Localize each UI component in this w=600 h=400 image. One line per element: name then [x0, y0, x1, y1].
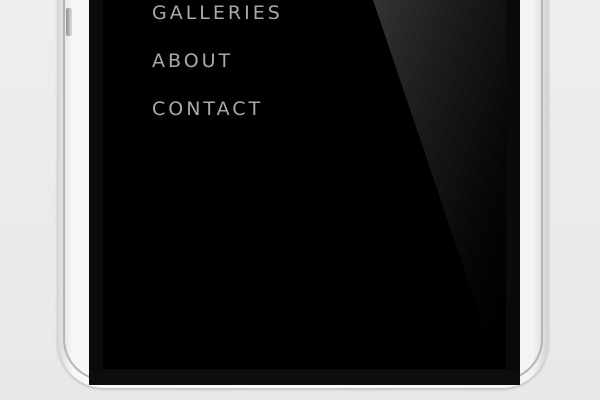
bezel-bottom	[89, 370, 520, 385]
nav-item-contact[interactable]: CONTACT	[152, 97, 263, 121]
mockup-stage: GALLERIES ABOUT CONTACT	[0, 0, 600, 400]
volume-button	[66, 8, 72, 36]
nav-item-galleries[interactable]: GALLERIES	[152, 1, 283, 25]
nav-item-about[interactable]: ABOUT	[152, 49, 233, 73]
phone-screen: GALLERIES ABOUT CONTACT	[103, 0, 506, 369]
